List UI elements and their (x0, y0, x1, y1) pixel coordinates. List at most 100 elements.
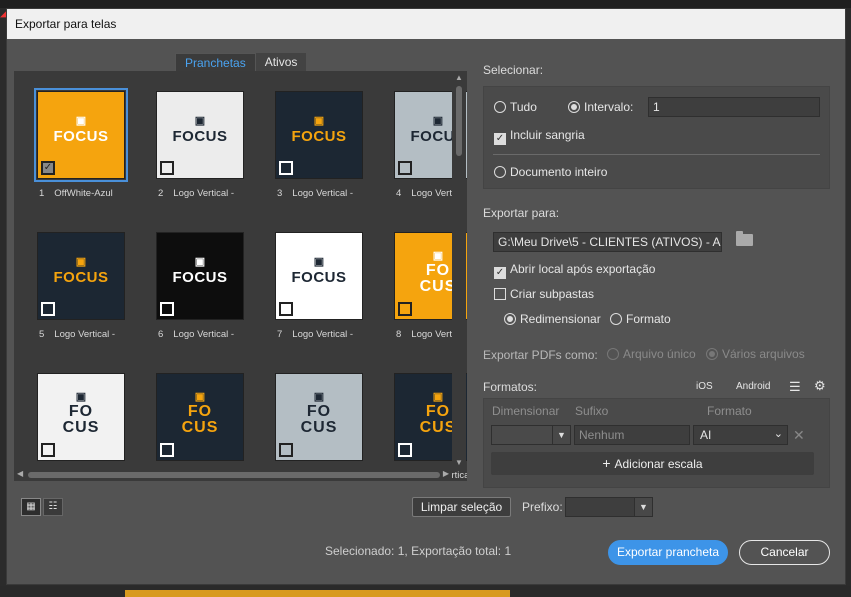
chevron-down-icon: ▼ (552, 426, 570, 444)
artboard-checkbox[interactable] (279, 161, 293, 175)
artboard-label: 1 OffWhite-Azul (39, 188, 127, 199)
board-logo: FOCUS (172, 269, 228, 286)
scroll-down-icon[interactable]: ▼ (454, 458, 464, 467)
artboard-checkbox[interactable] (279, 302, 293, 316)
focus-mark-icon: ▣ (313, 256, 325, 268)
dimension-dropdown[interactable]: ▼ (491, 425, 571, 445)
artboard-thumbnail[interactable]: ▣ FO CUS (37, 373, 125, 461)
subfolders-checkbox[interactable]: Criar subpastas (494, 287, 594, 301)
artboard-checkbox[interactable] (41, 443, 55, 457)
export-button[interactable]: Exportar prancheta (608, 540, 728, 565)
radio-range[interactable]: Intervalo: (568, 100, 633, 114)
artboard-name: Logo Vertical - (54, 329, 116, 340)
artboard-thumbnail[interactable]: ▣ FOCUS (156, 232, 244, 320)
range-input[interactable]: 1 (648, 97, 820, 117)
artboard-checkbox[interactable] (160, 161, 174, 175)
focus-mark-icon: ▣ (75, 256, 87, 268)
radio-resize[interactable]: Redimensionar (504, 312, 601, 326)
subfolders-label: Criar subpastas (510, 287, 595, 301)
artboard-thumbnail[interactable]: ▣ FOCUS (275, 91, 363, 179)
add-scale-button[interactable]: + Adicionar escala (491, 452, 814, 475)
radio-whole-doc[interactable]: Documento inteiro (494, 165, 607, 179)
bleed-check-icon: ✓ (494, 133, 506, 145)
formats-heading: Formatos: (483, 380, 538, 394)
radio-pdf-multi-icon (706, 348, 718, 360)
background-app-bar (0, 0, 851, 8)
radio-pdf-multi[interactable]: Vários arquivos (706, 347, 805, 361)
artboard-thumbnail[interactable]: ▣ FOCUS (156, 91, 244, 179)
suffix-input[interactable]: Nenhum (574, 425, 690, 445)
radio-pdf-single-label: Arquivo único (623, 347, 696, 361)
artboard-checkbox[interactable] (41, 302, 55, 316)
cancel-button[interactable]: Cancelar (739, 540, 830, 565)
folder-icon[interactable] (736, 231, 753, 246)
artboard-thumbnail[interactable]: ▣ FOCUS ✓ (34, 88, 128, 182)
artboard-checkbox[interactable]: ✓ (41, 161, 55, 175)
artboard-name: Logo Vertical - (292, 329, 354, 340)
pdf-heading: Exportar PDFs como: (483, 348, 598, 362)
col-suffix: Sufixo (575, 404, 609, 418)
list-options-icon[interactable]: ☰ (789, 379, 801, 395)
artboard-number: 1 (39, 188, 45, 199)
view-toggle: ▦ ☷ (21, 498, 63, 516)
artboard-label: 3 Logo Vertical - (277, 188, 365, 199)
focus-mark-icon: ▣ (194, 256, 206, 268)
artboard-number: 2 (158, 188, 164, 199)
horizontal-scrollbar[interactable]: ◀ ▶ (14, 469, 452, 481)
radio-format[interactable]: Formato (610, 312, 671, 326)
artboard-checkbox[interactable] (160, 302, 174, 316)
radio-format-label: Formato (626, 312, 671, 326)
chevron-down-icon: ⌄ (773, 428, 783, 440)
open-after-checkbox[interactable]: ✓ Abrir local após exportação (494, 262, 655, 279)
grid-view-icon[interactable]: ▦ (21, 498, 41, 516)
artboard-label: 2 Logo Vertical - (158, 188, 246, 199)
artboard-checkbox[interactable] (160, 443, 174, 457)
artboard-thumbnail[interactable]: ▣ FO CUS (275, 373, 363, 461)
artboard-checkbox[interactable] (398, 443, 412, 457)
ios-button[interactable]: iOS (696, 381, 713, 392)
tab-ativos[interactable]: Ativos (255, 53, 307, 72)
artboard-checkbox[interactable] (398, 302, 412, 316)
board-logo: FO CUS (300, 403, 338, 436)
artboard-number: 8 (396, 329, 402, 340)
radio-resize-label: Redimensionar (520, 312, 601, 326)
artboard-number: 4 (396, 188, 402, 199)
scroll-left-icon[interactable]: ◀ (17, 469, 23, 478)
remove-row-icon[interactable]: ✕ (793, 427, 805, 444)
vertical-scrollbar[interactable]: ▲ ▼ (452, 72, 466, 468)
bleed-checkbox[interactable]: ✓ Incluir sangria (494, 128, 585, 145)
clear-selection-button[interactable]: Limpar seleção (412, 497, 511, 517)
focus-mark-icon: ▣ (313, 391, 325, 403)
background-canvas (0, 586, 851, 597)
tab-pranchetas[interactable]: Pranchetas (175, 53, 256, 72)
android-button[interactable]: Android (736, 381, 770, 392)
list-view-icon[interactable]: ☷ (43, 498, 63, 516)
format-dropdown[interactable]: AI ⌄ (693, 425, 788, 445)
board-logo: FOCUS (53, 269, 109, 286)
prefix-input[interactable]: ▼ (565, 497, 653, 517)
artboard-checkbox[interactable] (398, 161, 412, 175)
bleed-label: Incluir sangria (510, 128, 585, 142)
board-logo: FOCUS (53, 128, 109, 145)
gear-icon[interactable]: ⚙ (814, 378, 826, 394)
focus-mark-icon: ▣ (75, 115, 87, 127)
hscroll-thumb[interactable] (28, 472, 440, 478)
artboard-number: 5 (39, 329, 45, 340)
board-logo: FOCUS (291, 269, 347, 286)
artboard-thumbnail[interactable]: ▣ FO CUS (156, 373, 244, 461)
col-dimension: Dimensionar (492, 404, 560, 418)
artboard-thumbnail[interactable]: ▣ FOCUS (275, 232, 363, 320)
artboard-thumbnail[interactable]: ▣ FOCUS (37, 232, 125, 320)
artboard-label: 7 Logo Vertical - (277, 329, 365, 340)
radio-pdf-single[interactable]: Arquivo único (607, 347, 696, 361)
chevron-down-icon[interactable]: ▼ (634, 498, 652, 516)
radio-all[interactable]: Tudo (494, 100, 537, 114)
radio-format-icon (610, 313, 622, 325)
scroll-right-icon[interactable]: ▶ (443, 469, 449, 478)
scroll-up-icon[interactable]: ▲ (454, 73, 464, 82)
scroll-thumb[interactable] (456, 86, 462, 156)
radio-pdf-multi-label: Vários arquivos (722, 347, 805, 361)
artboard-checkbox[interactable] (279, 443, 293, 457)
artboard-label: 6 Logo Vertical - (158, 329, 246, 340)
export-path-input[interactable]: G:\Meu Drive\5 - CLIENTES (ATIVOS) - A (493, 232, 722, 252)
